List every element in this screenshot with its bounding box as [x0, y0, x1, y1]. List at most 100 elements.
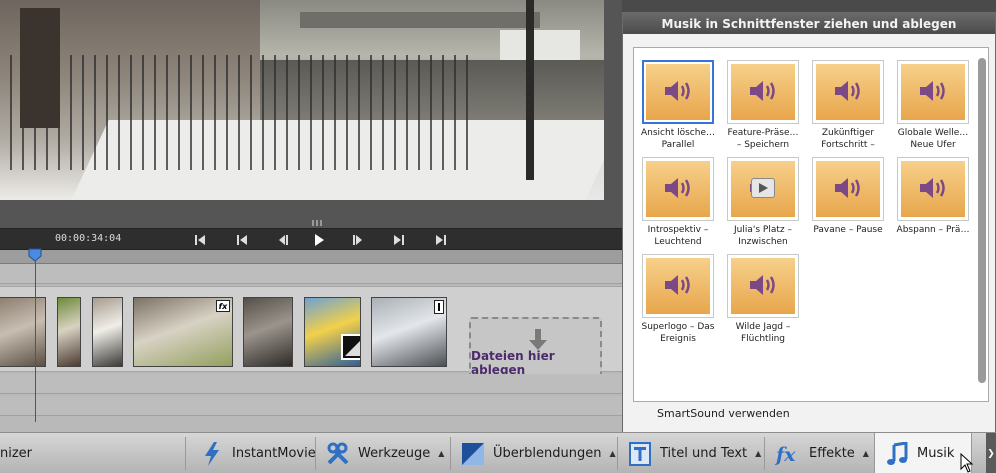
- music-tile-thumbnail: [642, 254, 714, 318]
- speaker-icon: [663, 272, 693, 301]
- speaker-icon: [748, 272, 778, 301]
- track-row-audio-1: [0, 374, 622, 394]
- musik-button[interactable]: Musik: [874, 433, 972, 473]
- music-scrollbar[interactable]: [978, 58, 986, 383]
- mouse-pointer-icon: [960, 453, 974, 473]
- audio-clip-swatch: [901, 161, 965, 217]
- toolbar-separator: [617, 437, 618, 470]
- audio-clip-swatch: [816, 161, 880, 217]
- music-scrollbar-thumb[interactable]: [978, 58, 986, 383]
- musik-label: Musik: [917, 446, 955, 461]
- music-tile-label: Abspann – Prä…: [896, 225, 970, 235]
- audio-clip-swatch: [816, 64, 880, 120]
- music-tile-label: Zukünftiger Fortschritt –: [821, 128, 875, 150]
- music-tile-thumbnail: [727, 157, 799, 221]
- ueberblendungen-caret-icon: ▲: [609, 449, 616, 458]
- music-tile[interactable]: Introspektiv – Leuchtend: [638, 157, 718, 248]
- music-note-icon: [885, 441, 909, 466]
- timeline-clip[interactable]: [92, 297, 123, 367]
- music-tile-thumbnail: [727, 60, 799, 124]
- speaker-icon: [833, 175, 863, 204]
- toolbar-more-button[interactable]: ❯: [986, 433, 996, 473]
- play-preview-icon[interactable]: [751, 178, 775, 198]
- step-forward-icon[interactable]: [345, 230, 371, 250]
- go-to-start-icon[interactable]: [188, 230, 214, 250]
- previous-edit-icon[interactable]: [229, 230, 255, 250]
- lightning-icon: [200, 441, 224, 466]
- music-tile-label: Wilde Jagd – Flüchtling: [735, 322, 791, 344]
- music-tile[interactable]: Wilde Jagd – Flüchtling: [723, 254, 803, 345]
- svg-text:fx: fx: [775, 444, 796, 465]
- timeline-clip[interactable]: [371, 297, 447, 367]
- titel-und-text-button[interactable]: Titel und Text ▲: [628, 433, 761, 473]
- music-tile-label: Julia's Platz – Inzwischen: [734, 225, 792, 247]
- preview-resize-handle[interactable]: [312, 220, 324, 226]
- music-tile[interactable]: Julia's Platz – Inzwischen: [723, 157, 803, 248]
- timeline-clip[interactable]: [57, 297, 81, 367]
- fx-icon: fx: [775, 442, 801, 466]
- preview-kiosk: [20, 8, 60, 128]
- transition-marker-icon[interactable]: [341, 334, 361, 364]
- organizer-tab[interactable]: nizer: [0, 433, 40, 473]
- audio-clip-swatch: [731, 64, 795, 120]
- music-panel-title: Musik in Schnittfenster ziehen und ableg…: [623, 13, 995, 34]
- instantmovie-label: InstantMovie: [232, 446, 316, 461]
- titel-und-text-caret-icon: ▲: [755, 449, 762, 458]
- audio-clip-swatch: [646, 64, 710, 120]
- go-to-end-icon[interactable]: [427, 230, 453, 250]
- track-row-audio-2: [0, 396, 622, 416]
- music-tile-thumbnail: [897, 60, 969, 124]
- audio-clip-swatch: [646, 258, 710, 314]
- audio-clip-swatch: [731, 161, 795, 217]
- music-tile[interactable]: Zukünftiger Fortschritt –: [808, 60, 888, 151]
- title-icon: [628, 441, 652, 466]
- music-tile-thumbnail: [642, 157, 714, 221]
- video-track: fx Dateien hier ablegen: [0, 286, 622, 387]
- toolbar-separator: [764, 437, 765, 470]
- toolbar-separator: [185, 437, 186, 470]
- preview-bridge: [300, 12, 540, 28]
- timeline-clip[interactable]: [0, 297, 46, 367]
- preview-boat: [500, 30, 580, 60]
- step-back-icon[interactable]: [270, 230, 296, 250]
- effekte-button[interactable]: fx Effekte ▲: [775, 433, 869, 473]
- timeline-clip[interactable]: [304, 297, 361, 367]
- music-tile-thumbnail: [642, 60, 714, 124]
- music-tile-label: Introspektiv – Leuchtend: [647, 225, 709, 247]
- speaker-icon: [663, 78, 693, 107]
- marker-badge-icon: [434, 300, 444, 314]
- fx-badge: fx: [216, 300, 230, 312]
- music-tile-label: Pavane – Pause: [813, 225, 883, 235]
- instantmovie-button[interactable]: InstantMovie: [200, 433, 316, 473]
- timecode-display: 00:00:34:04: [55, 233, 122, 244]
- speaker-icon: [918, 175, 948, 204]
- music-tile[interactable]: Abspann – Prä…: [893, 157, 973, 236]
- music-tile[interactable]: Ansicht lösche… Parallel: [638, 60, 718, 151]
- ueberblendungen-label: Überblendungen: [493, 446, 602, 461]
- music-tile[interactable]: Feature-Präse… – Speichern: [723, 60, 803, 151]
- music-tile[interactable]: Pavane – Pause: [808, 157, 888, 236]
- music-tile-label: Ansicht lösche… Parallel: [641, 128, 715, 150]
- drop-target-label: Dateien hier ablegen: [471, 349, 555, 377]
- play-icon[interactable]: [306, 230, 332, 250]
- smartsound-option[interactable]: SmartSound verwenden: [657, 407, 790, 420]
- timeline-clip[interactable]: [243, 297, 293, 367]
- music-tile-thumbnail: [812, 157, 884, 221]
- music-tile-list: Ansicht lösche… Parallel Feature-Präse… –…: [633, 47, 989, 402]
- preview-pole: [526, 0, 534, 180]
- speaker-icon: [748, 78, 778, 107]
- music-tile[interactable]: Superlogo – Das Ereignis: [638, 254, 718, 345]
- transport-bar: 00:00:34:04: [0, 228, 622, 250]
- titel-und-text-label: Titel und Text: [660, 446, 748, 461]
- music-tile-label: Globale Welle… Neue Ufer: [897, 128, 969, 150]
- effekte-caret-icon: ▲: [862, 449, 869, 458]
- ueberblendungen-button[interactable]: Überblendungen ▲: [461, 433, 616, 473]
- timeline-clip[interactable]: fx: [133, 297, 233, 367]
- music-tile-label: Feature-Präse… – Speichern: [727, 128, 799, 150]
- music-tile-thumbnail: [897, 157, 969, 221]
- speaker-icon: [663, 175, 693, 204]
- music-tile[interactable]: Globale Welle… Neue Ufer: [893, 60, 973, 151]
- timeline-ruler[interactable]: [0, 250, 622, 264]
- next-edit-icon[interactable]: [386, 230, 412, 250]
- werkzeuge-button[interactable]: Werkzeuge ▲: [326, 433, 444, 473]
